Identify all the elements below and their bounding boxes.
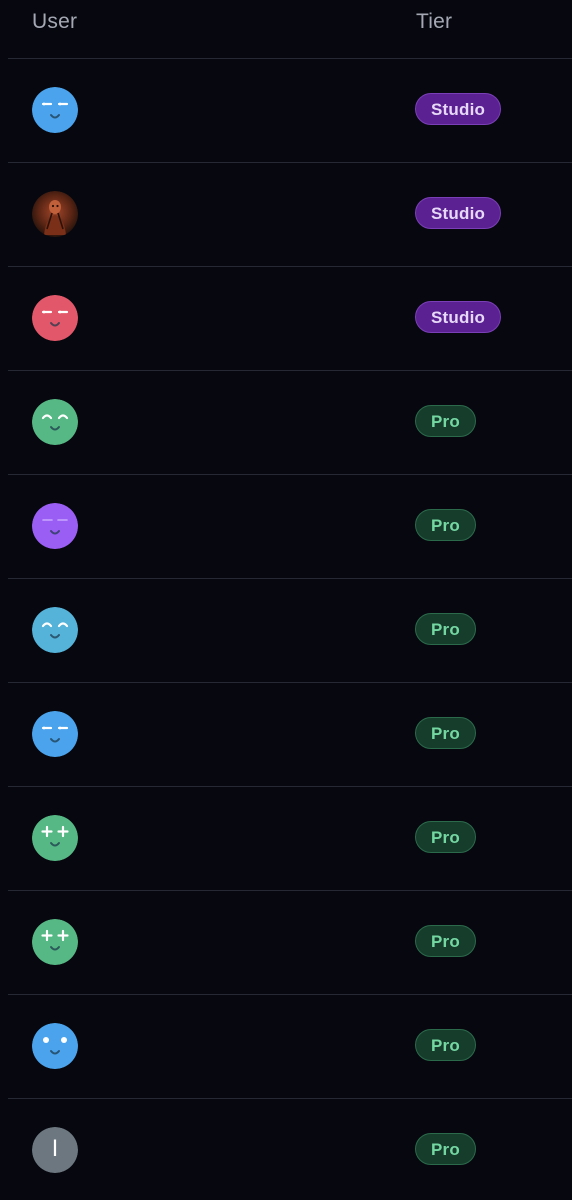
avatar-initial-letter: I	[51, 1137, 59, 1162]
tier-badge: Studio	[415, 301, 502, 333]
avatar-face-icon[interactable]	[32, 399, 78, 445]
table-row[interactable]: Pro	[8, 579, 572, 683]
table-header: User Tier	[8, 0, 572, 59]
table-row[interactable]: Pro	[8, 891, 572, 995]
tier-badge: Pro	[415, 509, 476, 541]
table-row[interactable]: Pro	[8, 683, 572, 787]
users-table: User Tier Studio Studio Studio Pro Pro Pro Pro…	[0, 0, 572, 1200]
avatar-photo[interactable]	[32, 191, 78, 237]
table-row[interactable]: Studio	[8, 163, 572, 267]
tier-badge: Pro	[415, 1029, 476, 1061]
column-header-tier[interactable]: Tier	[416, 10, 452, 34]
table-row[interactable]: Studio	[8, 59, 572, 163]
table-row[interactable]: Studio	[8, 267, 572, 371]
table-row[interactable]: Pro	[8, 371, 572, 475]
table-row[interactable]: I Pro	[8, 1099, 572, 1200]
table-row[interactable]: Pro	[8, 787, 572, 891]
avatar-face-icon[interactable]	[32, 1023, 78, 1069]
tier-badge: Pro	[415, 925, 476, 957]
avatar-face-icon[interactable]	[32, 295, 78, 341]
avatar-face-icon[interactable]	[32, 87, 78, 133]
avatar-face-icon[interactable]	[32, 607, 78, 653]
avatar-initial[interactable]: I	[32, 1127, 78, 1173]
tier-badge: Pro	[415, 1133, 476, 1165]
table-body: Studio Studio Studio Pro Pro Pro Pro Pro Pro Pro I…	[8, 59, 572, 1200]
tier-badge: Studio	[415, 93, 502, 125]
tier-badge: Pro	[415, 405, 476, 437]
avatar-face-icon[interactable]	[32, 503, 78, 549]
table-row[interactable]: Pro	[8, 995, 572, 1099]
avatar-face-icon[interactable]	[32, 711, 78, 757]
tier-badge: Studio	[415, 197, 502, 229]
table-row[interactable]: Pro	[8, 475, 572, 579]
avatar-face-icon[interactable]	[32, 815, 78, 861]
tier-badge: Pro	[415, 613, 476, 645]
column-header-user[interactable]: User	[32, 10, 77, 34]
tier-badge: Pro	[415, 821, 476, 853]
avatar-face-icon[interactable]	[32, 919, 78, 965]
tier-badge: Pro	[415, 717, 476, 749]
